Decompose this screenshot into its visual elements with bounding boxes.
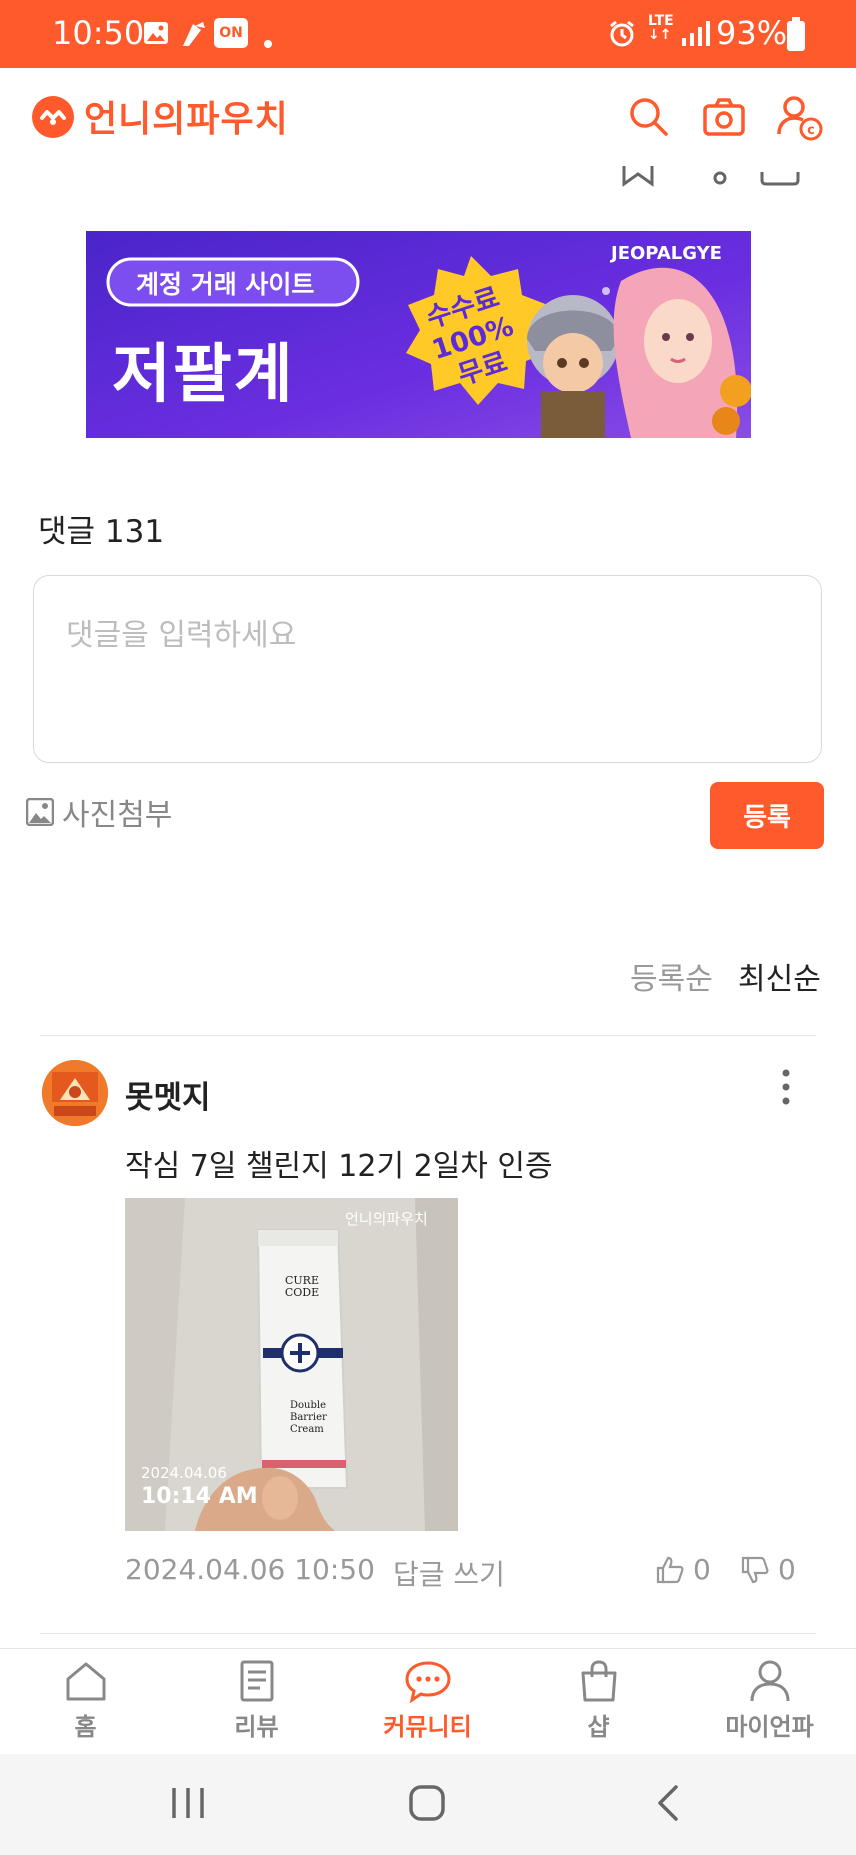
comment-placeholder: 댓글을 입력하세요: [66, 618, 297, 653]
nav-review-label: 리뷰: [234, 1713, 279, 1741]
search-icon[interactable]: [628, 96, 670, 138]
like-count: 0: [693, 1553, 711, 1586]
svg-text:Double: Double: [290, 1400, 326, 1411]
shop-icon: [581, 1660, 616, 1702]
thumbs-up-icon: [656, 1556, 684, 1583]
app-header: 언니의파우치 c: [0, 68, 856, 166]
banner-brand: JEOPALGYE: [611, 243, 722, 264]
nav-my-label: 마이언파: [725, 1713, 814, 1741]
nav-community-label: 커뮤니티: [383, 1713, 472, 1741]
svg-text:Cream: Cream: [290, 1424, 324, 1435]
nav-home-label: 홈: [74, 1713, 97, 1741]
like-button[interactable]: 0: [655, 1553, 711, 1586]
home-button-icon[interactable]: [408, 1784, 446, 1822]
nav-review[interactable]: 리뷰: [171, 1649, 342, 1755]
dislike-count: 0: [778, 1553, 796, 1586]
bottom-navigation: 홈 리뷰 커뮤니티 샵 마이언파: [0, 1648, 856, 1755]
dot-icon: [264, 40, 272, 48]
battery-level: 93%: [716, 14, 788, 52]
nav-shop-label: 샵: [587, 1713, 610, 1741]
comment-author[interactable]: 못멧지: [125, 1072, 211, 1117]
comment-text: 작심 7일 챌린지 12기 2일차 인증: [125, 1149, 553, 1184]
sort-latest-tab[interactable]: 최신순: [738, 954, 821, 998]
on-badge-icon: ON: [214, 18, 248, 48]
fan-icon: [183, 22, 205, 46]
lte-icon: LTE ↓↑: [648, 13, 674, 43]
thumbs-down-icon: [741, 1556, 769, 1583]
status-time: 10:50: [52, 14, 145, 52]
print-icon[interactable]: [760, 166, 800, 188]
avatar[interactable]: [42, 1060, 108, 1126]
recent-apps-icon[interactable]: [170, 1786, 206, 1820]
svg-text:Barrier: Barrier: [290, 1412, 327, 1423]
ad-banner[interactable]: 계정 거래 사이트 저팔계 수수료 100% 무료 JEOPALGYE: [86, 231, 751, 438]
nav-shop[interactable]: 샵: [513, 1649, 684, 1755]
submit-comment-button[interactable]: 등록: [710, 782, 824, 849]
share-icon[interactable]: [710, 166, 730, 188]
photo-time: 10:14 AM: [141, 1484, 258, 1509]
dislike-button[interactable]: 0: [740, 1553, 796, 1586]
photo-attach-button[interactable]: 사진첨부: [26, 790, 172, 834]
user-coin-icon[interactable]: c: [776, 94, 824, 142]
alarm-icon: [610, 20, 634, 47]
reply-button[interactable]: 답글 쓰기: [393, 1553, 505, 1593]
photo-watermark: 언니의파우치: [345, 1210, 428, 1228]
back-icon[interactable]: [654, 1784, 682, 1822]
camera-icon[interactable]: [702, 96, 746, 138]
brand-name[interactable]: 언니의파우치: [84, 90, 289, 142]
image-icon: [144, 22, 168, 44]
nav-my[interactable]: 마이언파: [684, 1649, 855, 1755]
svg-text:c: c: [807, 123, 815, 138]
photo-attach-label: 사진첨부: [62, 798, 173, 833]
brand-logo-icon[interactable]: [32, 96, 74, 138]
bookmark-icon[interactable]: [620, 166, 656, 188]
divider: [40, 1035, 816, 1036]
banner-title: 저팔계: [112, 338, 295, 412]
more-options-icon[interactable]: [774, 1067, 798, 1107]
home-icon: [66, 1662, 105, 1701]
sort-oldest-tab[interactable]: 등록순: [630, 954, 713, 998]
community-icon: [404, 1661, 451, 1703]
nav-home[interactable]: 홈: [0, 1649, 171, 1755]
image-attach-icon: [26, 798, 54, 826]
nav-community[interactable]: 커뮤니티: [342, 1649, 513, 1755]
svg-text:CODE: CODE: [285, 1286, 319, 1299]
profile-icon: [750, 1660, 789, 1702]
battery-icon: [787, 17, 805, 51]
comment-date: 2024.04.06 10:50: [125, 1553, 375, 1586]
signal-icon: [682, 21, 710, 46]
comment-count-title: 댓글 131: [38, 514, 165, 550]
comment-input[interactable]: 댓글을 입력하세요: [33, 575, 822, 763]
banner-eyebrow: 계정 거래 사이트: [136, 270, 315, 299]
divider: [40, 1633, 816, 1634]
photo-date: 2024.04.06: [141, 1464, 227, 1482]
review-icon: [240, 1660, 273, 1702]
system-navigation-bar: [0, 1754, 856, 1855]
status-bar: 10:50 ON LTE ↓↑ 93%: [0, 0, 856, 68]
comment-photo[interactable]: CURE CODE Double Barrier Cream 언니의파우치 20…: [125, 1198, 458, 1531]
